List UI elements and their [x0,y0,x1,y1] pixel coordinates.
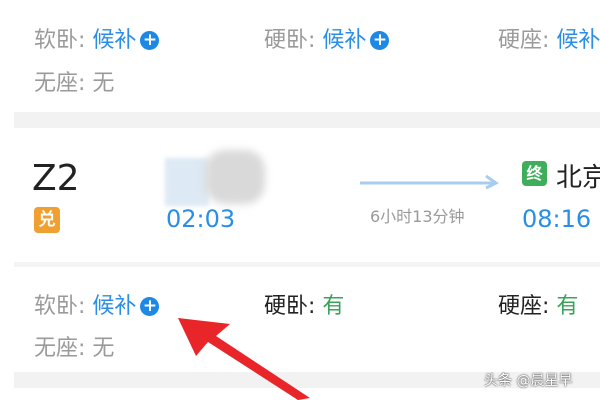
seat-label: 硬座: [498,294,550,319]
waitlist-link[interactable]: 候补 [92,294,136,319]
seat-label: 硬卧: [264,28,316,53]
seat-hardsleeper-prev: 硬卧: 候补 + [264,22,390,54]
depart-time: 02:03 [166,205,236,233]
row-divider [14,112,600,128]
seat-noseat-prev: 无座: 无 [34,65,114,97]
seat-label: 软卧: [34,294,86,319]
seat-status: 有 [322,294,345,319]
annotation-arrow-icon [178,318,310,400]
seat-status: 有 [556,294,579,319]
seat-softsleeper-prev: 软卧: 候补 + [34,22,160,54]
seat-noseat: 无座: 无 [34,330,114,362]
terminal-badge: 终 [522,161,547,186]
inner-divider [14,262,600,267]
add-circle-icon[interactable]: + [370,31,390,50]
seat-hardseat-prev: 硬座: 候补 [498,22,600,54]
departure-station-blurred [205,150,265,204]
seat-label: 硬座: [498,28,550,53]
exchange-badge: 兑 [34,207,60,233]
waitlist-link[interactable]: 候补 [92,28,136,53]
seat-status: 无 [92,336,115,361]
waitlist-link[interactable]: 候补 [322,28,366,53]
seat-label: 软卧: [34,28,86,53]
seat-hardseat: 硬座: 有 [498,288,578,320]
waitlist-link[interactable]: 候补 [556,28,600,53]
arrival-time: 08:16 [522,205,592,233]
seat-softsleeper: 软卧: 候补 + [34,288,160,320]
add-circle-icon[interactable]: + [140,31,160,50]
arrival-station: 北京 [556,163,600,193]
duration: 6小时13分钟 [370,207,465,226]
add-circle-icon[interactable]: + [140,297,160,316]
train-number: Z2 [32,158,80,199]
arrow-right-icon [360,174,499,190]
seat-status: 无 [92,71,115,96]
departure-station-blurred [165,158,209,206]
seat-label: 无座: [34,71,86,96]
watermark: 头条 @晨星早 [484,373,573,389]
seat-label: 无座: [34,336,86,361]
